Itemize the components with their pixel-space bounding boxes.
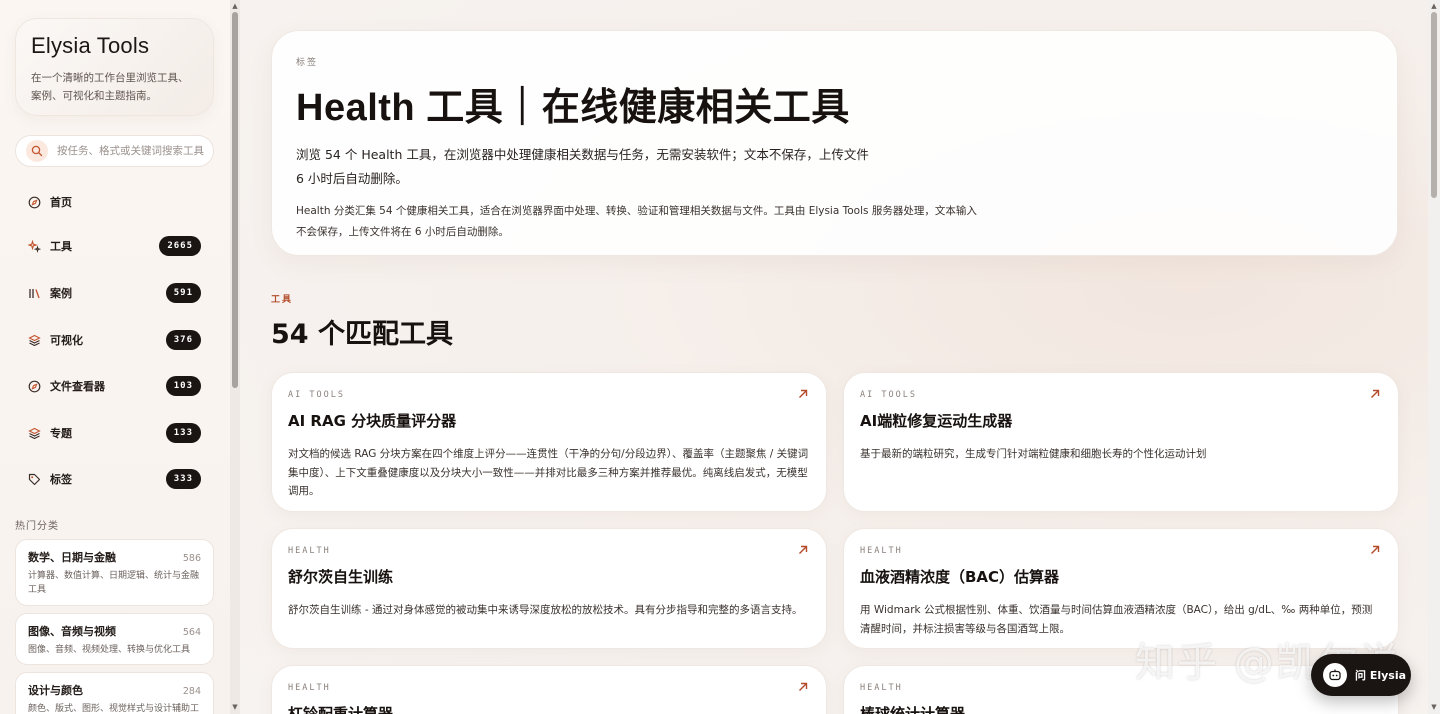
chat-bot-icon bbox=[1323, 663, 1347, 687]
category-description: 图像、音频、视频处理、转换与优化工具 bbox=[28, 645, 191, 655]
nav-label: 工具 bbox=[50, 240, 72, 253]
tool-description: 基于最新的端粒研究，生成专门针对端粒健康和细胞长寿的个性化运动计划 bbox=[860, 448, 1207, 460]
page-scrollbar-thumb[interactable] bbox=[1431, 12, 1437, 198]
ask-elysia-button[interactable]: 问 Elysia bbox=[1311, 654, 1411, 696]
category-description: 颜色、版式、图形、视觉样式与设计辅助工具 bbox=[28, 704, 200, 714]
hero-kicker: 标签 bbox=[296, 58, 319, 68]
tool-title: AI RAG 分块质量评分器 bbox=[288, 412, 457, 430]
category-card[interactable]: 设计与颜色 284 颜色、版式、图形、视觉样式与设计辅助工具 bbox=[15, 672, 214, 714]
category-count: 586 bbox=[182, 553, 201, 564]
tool-card[interactable]: HEALTH 舒尔茨自生训练 舒尔茨自生训练 - 通过对身体感觉的被动集中来诱导… bbox=[271, 528, 827, 649]
nav-item-visualization[interactable]: 可视化 376 bbox=[15, 325, 214, 355]
count-badge: 591 bbox=[165, 283, 201, 303]
page-title: Health 工具｜在线健康相关工具 bbox=[296, 87, 850, 129]
sidebar-scrollbar[interactable]: ▲ ▼ bbox=[230, 0, 240, 714]
scroll-down-arrow-icon[interactable]: ▼ bbox=[1431, 704, 1436, 711]
brand-card[interactable]: Elysia Tools 在一个清晰的工作台里浏览工具、案例、可视化和主题指南。 bbox=[15, 18, 214, 116]
tool-category: HEALTH bbox=[860, 546, 903, 556]
nav-label: 案例 bbox=[50, 287, 72, 300]
page-scrollbar[interactable]: ▲ ▼ bbox=[1428, 0, 1440, 714]
library-icon bbox=[27, 286, 41, 300]
category-count: 284 bbox=[182, 686, 201, 697]
count-badge: 103 bbox=[165, 376, 201, 396]
sparkle-icon bbox=[27, 239, 41, 253]
search-box[interactable] bbox=[15, 135, 214, 167]
arrow-up-right-icon[interactable] bbox=[797, 388, 809, 400]
count-badge: 376 bbox=[165, 330, 201, 350]
count-badge: 133 bbox=[165, 423, 201, 443]
scroll-up-arrow-icon[interactable]: ▲ bbox=[1431, 3, 1436, 10]
layers-icon bbox=[27, 426, 41, 440]
tool-category: AI TOOLS bbox=[860, 390, 917, 400]
nav-label: 专题 bbox=[50, 427, 72, 440]
compass-icon bbox=[27, 379, 41, 393]
popular-categories-label: 热门分类 bbox=[15, 521, 59, 532]
tool-card[interactable]: AI TOOLS AI RAG 分块质量评分器 对文档的候选 RAG 分块方案在… bbox=[271, 372, 827, 512]
count-badge: 2665 bbox=[159, 236, 201, 256]
arrow-up-right-icon[interactable] bbox=[1369, 388, 1381, 400]
tool-category: HEALTH bbox=[288, 683, 331, 693]
count-badge: 333 bbox=[165, 469, 201, 489]
section-kicker: 工具 bbox=[271, 295, 294, 305]
tool-title: 棒球统计计算器 bbox=[860, 705, 966, 714]
sidebar: Elysia Tools 在一个清晰的工作台里浏览工具、案例、可视化和主题指南。… bbox=[0, 0, 230, 714]
tool-title: 血液酒精浓度（BAC）估算器 bbox=[860, 568, 1060, 586]
ask-elysia-label: 问 Elysia bbox=[1355, 669, 1407, 682]
tag-icon bbox=[27, 472, 41, 486]
tool-title: 舒尔茨自生训练 bbox=[288, 568, 394, 586]
nav-label: 可视化 bbox=[50, 334, 83, 347]
nav-label: 文件查看器 bbox=[50, 380, 105, 393]
tool-card[interactable]: HEALTH 杠铃配重计算器 bbox=[271, 665, 827, 714]
category-description: 计算器、数值计算、日期逻辑、统计与金融工具 bbox=[28, 571, 200, 595]
nav-item-cases[interactable]: 案例 591 bbox=[15, 278, 214, 308]
nav-item-file-viewer[interactable]: 文件查看器 103 bbox=[15, 371, 214, 401]
nav-item-home[interactable]: 首页 bbox=[15, 187, 214, 217]
category-count: 564 bbox=[182, 627, 201, 638]
arrow-up-right-icon[interactable] bbox=[797, 544, 809, 556]
main-content: 标签 Health 工具｜在线健康相关工具 浏览 54 个 Health 工具，… bbox=[240, 0, 1428, 714]
arrow-up-right-icon[interactable] bbox=[1369, 544, 1381, 556]
tool-description: 舒尔茨自生训练 - 通过对身体感觉的被动集中来诱导深度放松的放松技术。具有分步指… bbox=[288, 604, 803, 616]
tool-title: 杠铃配重计算器 bbox=[288, 705, 394, 714]
tool-card[interactable]: AI TOOLS AI端粒修复运动生成器 基于最新的端粒研究，生成专门针对端粒健… bbox=[843, 372, 1399, 512]
nav-label: 首页 bbox=[50, 196, 72, 209]
compass-icon bbox=[27, 195, 41, 209]
category-name: 数学、日期与金融 bbox=[28, 551, 116, 564]
tool-description: 对文档的候选 RAG 分块方案在四个维度上评分——连贯性（干净的分句/分段边界）… bbox=[288, 448, 809, 497]
search-icon bbox=[26, 140, 48, 162]
category-card[interactable]: 图像、音频与视频 564 图像、音频、视频处理、转换与优化工具 bbox=[15, 613, 214, 665]
nav-label: 标签 bbox=[50, 473, 72, 486]
scroll-down-arrow-icon[interactable]: ▼ bbox=[232, 704, 237, 711]
brand-title: Elysia Tools bbox=[31, 33, 150, 58]
sidebar-scrollbar-thumb[interactable] bbox=[232, 12, 238, 388]
hero-card: 标签 Health 工具｜在线健康相关工具 浏览 54 个 Health 工具，… bbox=[271, 30, 1398, 256]
category-card[interactable]: 数学、日期与金融 586 计算器、数值计算、日期逻辑、统计与金融工具 bbox=[15, 539, 214, 606]
tool-category: AI TOOLS bbox=[288, 390, 345, 400]
tool-category: HEALTH bbox=[288, 546, 331, 556]
arrow-up-right-icon[interactable] bbox=[797, 681, 809, 693]
nav-item-tags[interactable]: 标签 333 bbox=[15, 464, 214, 494]
section-title: 54 个匹配工具 bbox=[271, 319, 453, 350]
nav-item-topics[interactable]: 专题 133 bbox=[15, 418, 214, 448]
brand-subtitle: 在一个清晰的工作台里浏览工具、案例、可视化和主题指南。 bbox=[31, 72, 189, 102]
scroll-up-arrow-icon[interactable]: ▲ bbox=[232, 3, 237, 10]
hero-description: Health 分类汇集 54 个健康相关工具，适合在浏览器界面中处理、转换、验证… bbox=[296, 205, 977, 238]
category-name: 设计与颜色 bbox=[28, 684, 83, 697]
category-name: 图像、音频与视频 bbox=[28, 625, 116, 638]
nav-item-tools[interactable]: 工具 2665 bbox=[15, 231, 214, 261]
layers-icon bbox=[27, 333, 41, 347]
tool-title: AI端粒修复运动生成器 bbox=[860, 412, 1013, 430]
search-input[interactable] bbox=[57, 145, 213, 157]
hero-lead: 浏览 54 个 Health 工具，在浏览器中处理健康相关数据与任务，无需安装软… bbox=[296, 147, 869, 186]
